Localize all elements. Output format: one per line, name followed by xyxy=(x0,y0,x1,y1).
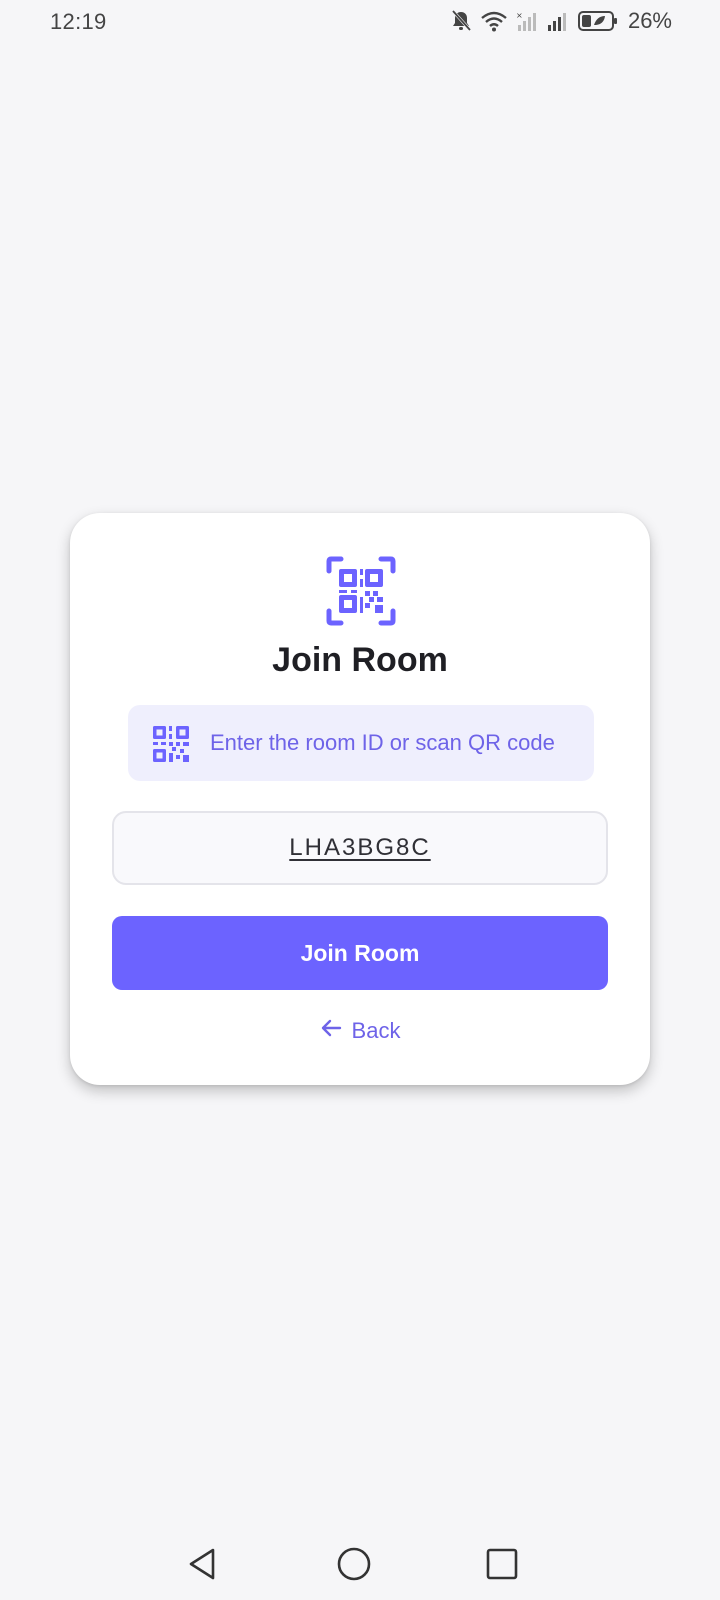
back-label: Back xyxy=(351,1018,401,1043)
wifi-icon xyxy=(480,10,508,32)
qr-code-icon xyxy=(325,555,397,627)
hint-banner: Enter the room ID or scan QR code xyxy=(128,705,594,781)
join-room-card: Join Room Enter the room ID or scan QR c… xyxy=(70,513,650,1085)
mute-bell-icon xyxy=(450,9,472,33)
signal-icon: × xyxy=(516,10,538,32)
page-title: Join Room xyxy=(272,641,448,679)
join-room-button[interactable]: Join Room xyxy=(112,916,608,990)
battery-percentage: 26% xyxy=(627,8,672,33)
back-button[interactable]: Back xyxy=(70,1013,650,1049)
navigation-bar xyxy=(0,1528,720,1600)
battery-icon xyxy=(577,10,618,32)
status-icons: × 26% xyxy=(450,8,672,34)
signal-icon xyxy=(546,10,570,32)
svg-text:×: × xyxy=(516,11,523,20)
recents-square-icon[interactable] xyxy=(478,1540,526,1588)
room-id-input[interactable]: LHA3BG8C xyxy=(112,811,608,885)
arrow-left-icon xyxy=(320,1018,342,1044)
home-circle-icon[interactable] xyxy=(330,1540,378,1588)
back-triangle-icon[interactable] xyxy=(178,1540,226,1588)
room-id-value[interactable]: LHA3BG8C xyxy=(289,834,430,862)
status-bar: 12:19 × 26% xyxy=(0,0,720,48)
qr-code-icon[interactable] xyxy=(152,725,190,763)
hint-text: Enter the room ID or scan QR code xyxy=(210,730,555,755)
status-time: 12:19 xyxy=(50,9,107,34)
